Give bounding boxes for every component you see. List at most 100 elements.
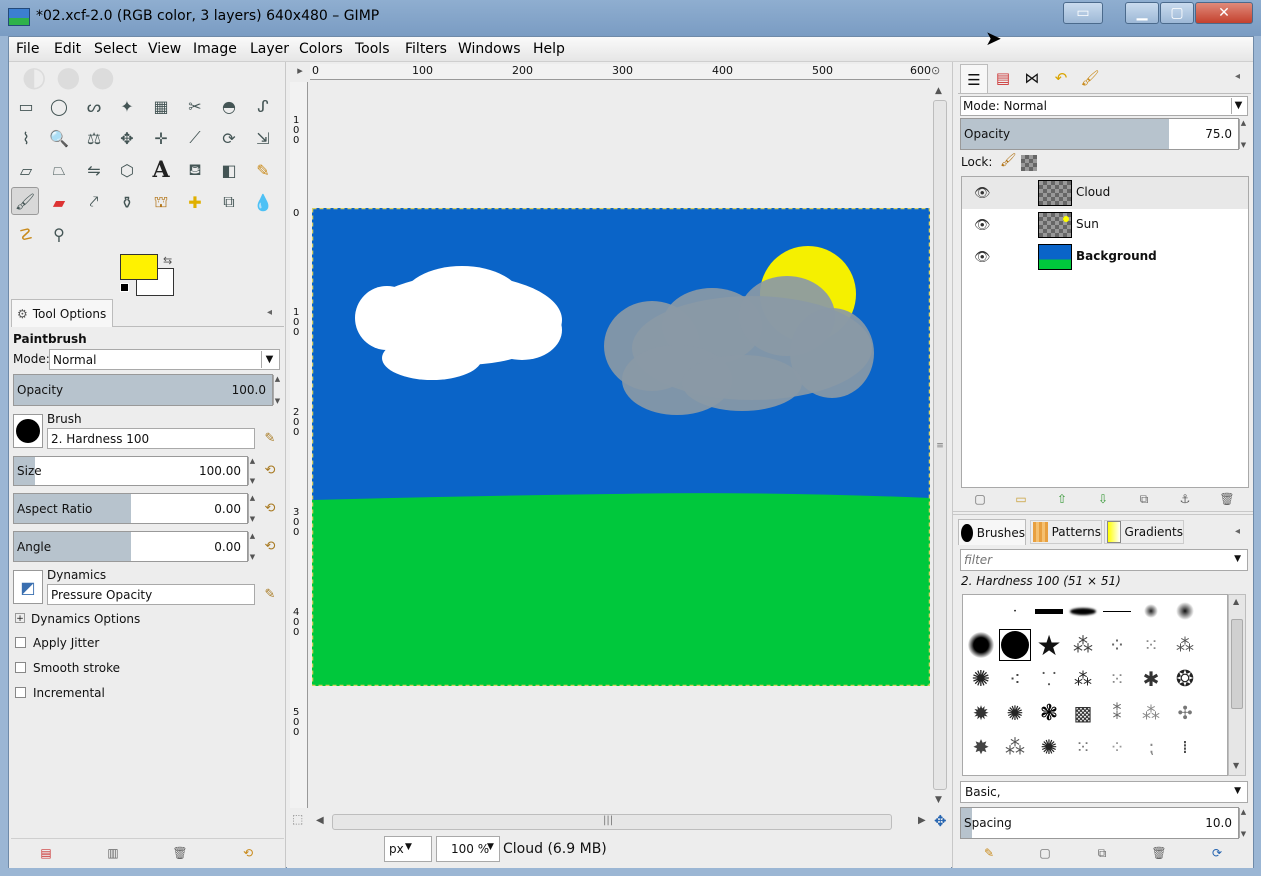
brush-item-selected[interactable]: [999, 629, 1031, 661]
aspect-ratio-slider[interactable]: Aspect Ratio 0.00: [13, 493, 248, 524]
brush-tag-combo[interactable]: Basic, ▼: [960, 781, 1248, 803]
brush-item[interactable]: ⸪: [1033, 663, 1065, 695]
free-select-tool-icon[interactable]: ᔕ: [80, 92, 108, 120]
perspective-clone-tool-icon[interactable]: ⧉: [215, 188, 243, 216]
brush-edit-icon[interactable]: ✎: [262, 430, 278, 446]
brush-item[interactable]: ⁂: [1135, 697, 1167, 729]
zoom-to-fit-icon[interactable]: ⊙: [931, 64, 947, 80]
spacing-spinner[interactable]: ▲ ▼: [1239, 808, 1247, 838]
rect-select-tool-icon[interactable]: ▭: [12, 92, 40, 120]
menu-filters[interactable]: Filters: [405, 41, 447, 57]
swap-colors-icon[interactable]: ⇆: [163, 254, 172, 267]
layer-row-sun[interactable]: 👁 Sun: [962, 209, 1248, 241]
brush-item[interactable]: ⁂: [1067, 629, 1099, 661]
tab-layers[interactable]: ☰: [960, 64, 988, 94]
tab-brushes[interactable]: Brushes: [958, 519, 1026, 545]
menu-colors[interactable]: Colors: [299, 41, 343, 57]
delete-options-icon[interactable]: 🗑: [171, 844, 189, 862]
anchor-layer-icon[interactable]: ⚓: [1176, 490, 1194, 508]
image-canvas[interactable]: [312, 208, 930, 686]
size-spinner[interactable]: ▲ ▼: [248, 457, 256, 485]
brush-item[interactable]: [1067, 595, 1099, 627]
panel-menu-icon[interactable]: ◂: [267, 307, 272, 318]
edit-brush-icon[interactable]: ✎: [980, 844, 998, 862]
brush-item[interactable]: •: [999, 595, 1031, 627]
vertical-scrollbar[interactable]: ≡: [933, 100, 947, 790]
tab-undo[interactable]: ↶: [1047, 64, 1075, 92]
menu-view[interactable]: View: [148, 41, 181, 57]
ink-tool-icon[interactable]: ⚱: [113, 188, 141, 216]
menu-select[interactable]: Select: [94, 41, 137, 57]
tab-patterns[interactable]: Patterns: [1030, 520, 1102, 544]
zoom-tool-icon[interactable]: 🔍: [45, 124, 73, 152]
brush-item[interactable]: ⁘: [1101, 731, 1133, 763]
aspect-ratio-spinner[interactable]: ▲ ▼: [248, 494, 256, 523]
scroll-up-icon[interactable]: ▲: [935, 86, 942, 96]
eye-icon[interactable]: 👁: [974, 250, 991, 265]
tab-paths[interactable]: ⋈: [1018, 64, 1046, 92]
measure-tool-icon[interactable]: ⚖: [80, 124, 108, 152]
brush-item[interactable]: ⁘: [1101, 629, 1133, 661]
menu-help[interactable]: Help: [533, 41, 565, 57]
airbrush-tool-icon[interactable]: ⤤: [80, 188, 108, 216]
refresh-brushes-icon[interactable]: ⟳: [1208, 844, 1226, 862]
tab-tool-options[interactable]: ⚙ Tool Options: [11, 299, 113, 327]
brush-preview-button[interactable]: [13, 414, 43, 448]
layer-opacity-slider[interactable]: Opacity 75.0: [960, 118, 1239, 150]
brush-item[interactable]: ⁙: [1067, 731, 1099, 763]
unit-dropdown[interactable]: px ▼: [384, 836, 432, 862]
perspective-tool-icon[interactable]: ⏢: [45, 156, 73, 184]
menu-layer[interactable]: Layer: [250, 41, 289, 57]
cage-transform-tool-icon[interactable]: ⬡: [113, 156, 141, 184]
new-brush-icon[interactable]: ▢: [1036, 844, 1054, 862]
text-tool-icon[interactable]: A: [147, 156, 175, 184]
dynamics-button[interactable]: ◩: [13, 570, 43, 604]
brush-item[interactable]: ⁂: [1169, 629, 1201, 661]
vertical-ruler[interactable]: 100 0 100 200 300 400 500: [290, 82, 308, 808]
brush-item[interactable]: ✹: [965, 697, 997, 729]
smooth-stroke-checkbox[interactable]: [15, 662, 26, 673]
delete-layer-icon[interactable]: 🗑: [1218, 490, 1236, 508]
toggle-quick-mask-icon[interactable]: ⬚: [292, 812, 303, 826]
scroll-down-icon[interactable]: ▼: [1233, 761, 1239, 770]
menu-windows[interactable]: Windows: [458, 41, 521, 57]
mode-dropdown[interactable]: Normal ▼: [49, 349, 280, 370]
minimize-button[interactable]: ▁: [1125, 2, 1159, 24]
layer-row-background[interactable]: 👁 Background: [962, 241, 1248, 273]
panel-menu-icon[interactable]: ◂: [1235, 526, 1240, 537]
angle-spinner[interactable]: ▲ ▼: [248, 532, 256, 561]
blend-tool-icon[interactable]: ◧: [215, 156, 243, 184]
horizontal-scrollbar[interactable]: |||: [332, 814, 892, 830]
size-reset-icon[interactable]: ⟲: [262, 462, 278, 478]
brush-item[interactable]: ⁂: [1067, 663, 1099, 695]
menu-image[interactable]: Image: [193, 41, 237, 57]
brush-item[interactable]: [1169, 595, 1201, 627]
quick-mask-menu-icon[interactable]: ▸: [292, 64, 308, 80]
lock-pixels-icon[interactable]: 🖌: [1000, 153, 1017, 168]
angle-reset-icon[interactable]: ⟲: [262, 538, 278, 554]
clone-tool-icon[interactable]: ⛫: [147, 188, 175, 216]
brush-grid[interactable]: • ★ ⁂ ⁘ ⁙ ⁂ ✺ ⁖ ⸪ ⁂ ⁙ ✱ ❂ ✹ ✺ ❃ ▩ ⁑ ⁂ ✣ …: [962, 594, 1228, 776]
brush-item[interactable]: ❂: [1169, 663, 1201, 695]
crop-tool-icon[interactable]: ⟋: [181, 124, 209, 152]
move-tool-icon[interactable]: ✥: [113, 124, 141, 152]
dynamics-edit-icon[interactable]: ✎: [262, 586, 278, 602]
smudge-tool-icon[interactable]: ☡: [12, 220, 40, 248]
brush-item[interactable]: ⁙: [1101, 663, 1133, 695]
brush-item[interactable]: [965, 629, 997, 661]
scroll-down-icon[interactable]: ▼: [935, 795, 942, 805]
lock-alpha-icon[interactable]: [1021, 155, 1037, 171]
brush-item[interactable]: ✣: [1169, 697, 1201, 729]
brush-item[interactable]: [1033, 595, 1065, 627]
select-by-color-tool-icon[interactable]: ▦: [147, 92, 175, 120]
restore-aux-button[interactable]: ▭: [1063, 2, 1103, 24]
blur-tool-icon[interactable]: 💧: [249, 188, 277, 216]
flip-tool-icon[interactable]: ⇋: [80, 156, 108, 184]
menu-tools[interactable]: Tools: [355, 41, 390, 57]
brush-item[interactable]: ✺: [965, 663, 997, 695]
heal-tool-icon[interactable]: ✚: [181, 188, 209, 216]
brush-item-star[interactable]: ★: [1033, 629, 1065, 662]
brush-item[interactable]: ❃: [1033, 697, 1065, 729]
duplicate-brush-icon[interactable]: ⧉: [1093, 844, 1111, 862]
spacing-slider[interactable]: Spacing 10.0: [960, 807, 1239, 839]
